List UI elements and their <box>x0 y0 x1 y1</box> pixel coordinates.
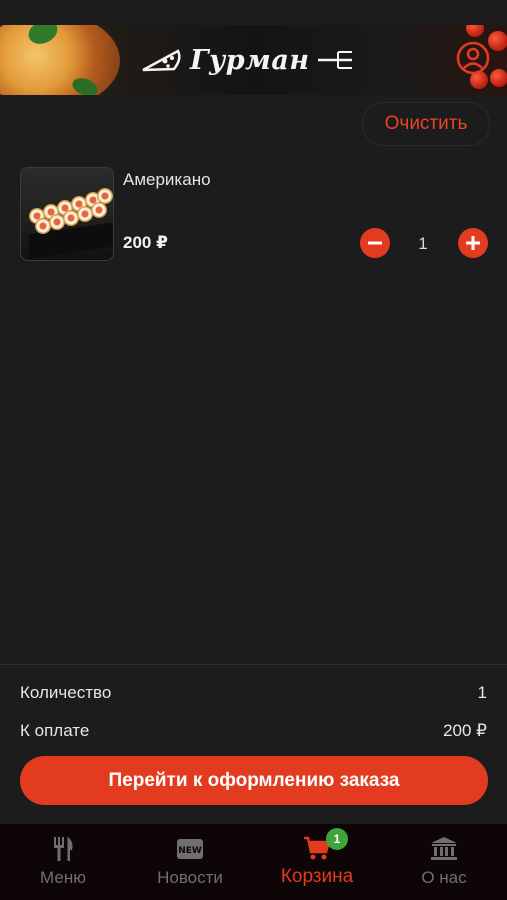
cart-icon: 1 <box>302 828 348 862</box>
header-banner: Гурман <box>0 25 507 95</box>
tab-label: Новости <box>157 868 223 887</box>
pizza-image <box>0 25 120 95</box>
product-image[interactable] <box>20 167 114 261</box>
tab-news[interactable]: NEW Новости <box>127 824 253 900</box>
total-amount: 200 ₽ <box>443 721 487 740</box>
fork-knife-icon <box>48 836 78 862</box>
total-label: К оплате <box>20 721 90 740</box>
bottom-tab-bar: Меню NEW Новости 1 Корзина О нас <box>0 824 507 900</box>
logo-text: Гурман <box>190 44 310 76</box>
minus-icon <box>368 241 382 245</box>
quantity-value: 1 <box>418 234 428 253</box>
new-badge-icon: NEW <box>175 836 205 862</box>
tab-menu[interactable]: Меню <box>0 824 126 900</box>
clear-cart-button[interactable]: Очистить <box>362 102 490 146</box>
profile-button[interactable] <box>455 40 491 76</box>
product-name: Американо <box>123 170 211 189</box>
checkout-button[interactable]: Перейти к оформлению заказа <box>20 756 488 805</box>
logo: Гурман <box>140 35 354 85</box>
quantity-label: Количество <box>20 683 112 702</box>
bank-icon <box>429 836 459 862</box>
status-bar <box>0 0 507 25</box>
product-price: 200 ₽ <box>123 233 168 252</box>
user-circle-icon <box>456 41 490 75</box>
tomato <box>490 69 507 87</box>
cart-item: Американо 200 ₽ 1 <box>20 167 488 261</box>
decrease-quantity-button[interactable] <box>360 228 390 258</box>
tab-about[interactable]: О нас <box>381 824 507 900</box>
cart-count-badge: 1 <box>326 828 348 850</box>
pizza-slice-logo-icon <box>142 49 181 72</box>
tab-label: Меню <box>40 868 86 887</box>
tab-label: Корзина <box>280 866 354 887</box>
quantity-total: 1 <box>477 683 487 702</box>
tab-label: О нас <box>421 868 467 887</box>
svg-text:NEW: NEW <box>178 846 202 856</box>
plus-icon <box>466 236 480 250</box>
tab-cart[interactable]: 1 Корзина <box>254 824 380 900</box>
increase-quantity-button[interactable] <box>458 228 488 258</box>
fork-logo-icon <box>317 51 352 69</box>
summary-divider <box>0 664 507 665</box>
tomato <box>466 25 484 37</box>
tomato <box>488 31 507 51</box>
